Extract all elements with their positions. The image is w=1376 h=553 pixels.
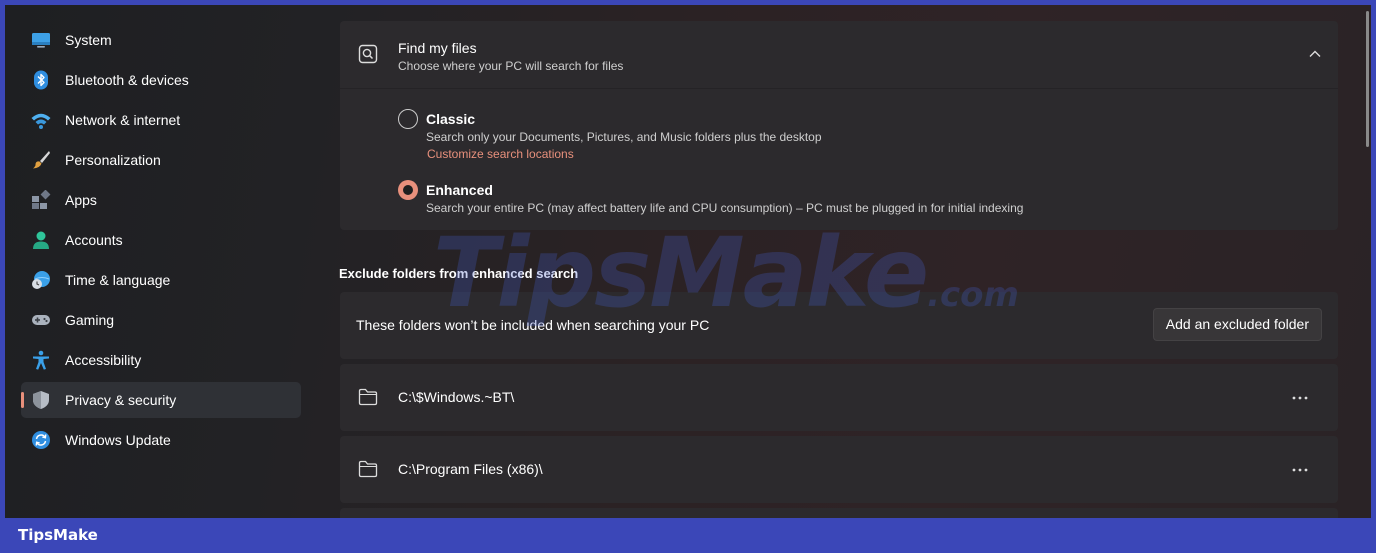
- radio-enhanced[interactable]: [398, 180, 418, 200]
- search-folder-icon: [358, 44, 378, 64]
- excluded-folder-row[interactable]: C:\Program Files (x86)\: [340, 436, 1338, 503]
- sidebar-item-bluetooth-devices[interactable]: Bluetooth & devices: [21, 62, 301, 98]
- find-my-files-card: Find my files Choose where your PC will …: [340, 21, 1338, 230]
- option-classic-title: Classic: [426, 111, 476, 127]
- excluded-folder-row-partial: [340, 508, 1338, 518]
- sidebar-item-privacy-security[interactable]: Privacy & security: [21, 382, 301, 418]
- sidebar-item-apps[interactable]: Apps: [21, 182, 301, 218]
- option-classic-description: Search only your Documents, Pictures, an…: [426, 130, 822, 144]
- folder-path: C:\$Windows.~BT\: [398, 389, 515, 405]
- find-my-files-title: Find my files: [398, 40, 477, 56]
- exclude-section-title: Exclude folders from enhanced search: [339, 266, 579, 281]
- sidebar-item-accessibility[interactable]: Accessibility: [21, 342, 301, 378]
- selection-indicator: [21, 392, 24, 408]
- sidebar-item-personalization[interactable]: Personalization: [21, 142, 301, 178]
- sidebar-item-label: Apps: [65, 192, 97, 208]
- add-excluded-folder-button[interactable]: Add an excluded folder: [1152, 308, 1322, 341]
- brush-icon: [33, 151, 50, 169]
- wifi-icon: [31, 113, 51, 129]
- chevron-up-icon[interactable]: [1308, 47, 1322, 61]
- folder-icon: [358, 388, 378, 406]
- exclude-description: These folders won’t be included when sea…: [356, 317, 710, 333]
- sidebar-item-label: Accounts: [65, 232, 123, 248]
- monitor-icon: [32, 33, 50, 48]
- sidebar-item-label: Accessibility: [65, 352, 142, 368]
- sidebar-item-windows-update[interactable]: Windows Update: [21, 422, 301, 458]
- sidebar-item-label: Gaming: [65, 312, 115, 328]
- customize-search-locations-link[interactable]: Customize search locations: [427, 147, 574, 161]
- sidebar-item-label: Time & language: [65, 272, 171, 288]
- option-enhanced-description: Search your entire PC (may affect batter…: [426, 201, 1024, 215]
- sidebar-item-time-language[interactable]: Time & language: [21, 262, 301, 298]
- find-my-files-subtitle: Choose where your PC will search for fil…: [398, 59, 624, 73]
- scrollbar-thumb[interactable]: [1366, 11, 1369, 147]
- radio-classic[interactable]: [398, 109, 418, 129]
- sidebar-item-label: Windows Update: [65, 432, 171, 448]
- exclude-folders-card: These folders won’t be included when sea…: [340, 292, 1338, 359]
- sidebar-item-system[interactable]: System: [21, 22, 301, 58]
- accessibility-icon: [33, 350, 49, 370]
- sidebar-item-network-internet[interactable]: Network & internet: [21, 102, 301, 138]
- gamepad-icon: [32, 315, 50, 325]
- more-options-icon[interactable]: [1290, 460, 1310, 480]
- sidebar-item-gaming[interactable]: Gaming: [21, 302, 301, 338]
- person-icon: [33, 231, 49, 249]
- update-icon: [32, 431, 50, 449]
- sidebar-item-label: Network & internet: [65, 112, 181, 128]
- globe-clock-icon: [32, 271, 50, 289]
- sidebar-item-label: Privacy & security: [65, 392, 177, 408]
- footer-brand: TipsMake: [18, 526, 98, 544]
- folder-path: C:\Program Files (x86)\: [398, 461, 543, 477]
- find-my-files-header[interactable]: Find my files Choose where your PC will …: [340, 21, 1338, 89]
- sidebar-nav: System Bluetooth & devices Network & int…: [5, 5, 315, 518]
- sidebar-item-accounts[interactable]: Accounts: [21, 222, 301, 258]
- sidebar-item-label: System: [65, 32, 112, 48]
- shield-icon: [33, 391, 49, 409]
- settings-window: System Bluetooth & devices Network & int…: [5, 5, 1371, 518]
- option-enhanced-title: Enhanced: [426, 182, 493, 198]
- more-options-icon[interactable]: [1290, 388, 1310, 408]
- apps-icon: [32, 190, 51, 209]
- folder-icon: [358, 460, 378, 478]
- sidebar-item-label: Personalization: [65, 152, 161, 168]
- bluetooth-icon: [34, 70, 48, 90]
- excluded-folder-row[interactable]: C:\$Windows.~BT\: [340, 364, 1338, 431]
- sidebar-item-label: Bluetooth & devices: [65, 72, 189, 88]
